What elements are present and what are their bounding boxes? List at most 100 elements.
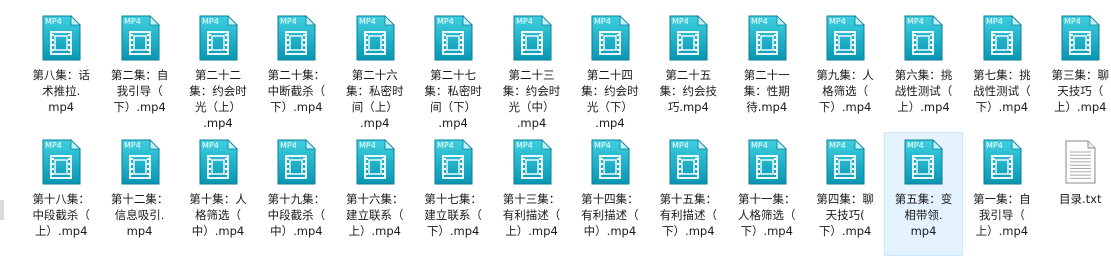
file-item[interactable]: MP4 第四集：聊 天技巧(下）.mp4 xyxy=(806,132,884,256)
file-name-line: 中段截杀（ xyxy=(32,208,90,222)
file-name-line: 第四集：聊 xyxy=(816,192,874,206)
file-item[interactable]: MP4 第二十五 集：约会技 巧.mp4 xyxy=(649,8,727,132)
mp4-badge-label: MP4 xyxy=(594,141,611,150)
file-name-line: 第十集：人 xyxy=(189,192,247,206)
file-name-line: 第十四集： xyxy=(581,192,639,206)
video-file-icon: MP4 xyxy=(276,139,317,185)
file-name-line: 格筛选（ xyxy=(822,84,869,98)
file-name: 第八集：话 术推拉. mp4 xyxy=(24,67,98,115)
file-item[interactable]: MP4 第二十集： 中断截杀（ 下）.mp4 xyxy=(257,8,335,132)
file-name-line: mp4 xyxy=(910,224,937,238)
file-item[interactable]: MP4 第十八集： 中段截杀（ 上）.mp4 xyxy=(22,132,100,256)
file-item[interactable]: MP4 第二十四 集：约会时 光（下） .mp4 xyxy=(571,8,649,132)
file-name-line: 第二十五 xyxy=(665,68,712,82)
file-item[interactable]: 目录.txt xyxy=(1041,132,1111,256)
video-file-icon: MP4 xyxy=(120,15,160,61)
file-name-line: 集：约会时 xyxy=(189,84,247,98)
mp4-badge-label: MP4 xyxy=(280,17,297,26)
file-item[interactable]: MP4 第十四集： 有利描述（ 中）.mp4 xyxy=(571,132,649,256)
video-file-icon: MP4 xyxy=(198,15,238,61)
file-name-line: 上）.mp4 xyxy=(1054,100,1107,114)
file-item[interactable]: MP4 第十五集： 有利描述（ 下）.mp4 xyxy=(649,132,727,256)
file-name: 第一集：自 我引导（ 上）.mp4 xyxy=(965,191,1039,239)
file-item[interactable]: MP4 第十七集： 建立联系（ 下）.mp4 xyxy=(414,132,492,256)
video-file-icon: MP4 xyxy=(512,139,552,185)
file-item[interactable]: MP4 第十二集： 信息吸引. mp4 xyxy=(100,132,178,256)
file-grid: MP4 第八集：话 术推拉. mp4 MP4 第二集：自 我引导（ 下）.mp4 MP4 第二十二… xyxy=(22,8,1111,256)
file-item[interactable]: MP4 第二十六 集：私密时 间（上） .mp4 xyxy=(336,8,414,132)
video-file-icon: MP4 xyxy=(982,139,1022,185)
file-name: 第十六集： 建立联系（ 上）.mp4 xyxy=(338,191,412,239)
mp4-badge-label: MP4 xyxy=(1064,17,1081,26)
file-name-line: 下）.mp4 xyxy=(662,224,715,238)
file-name-line: 第十七集： xyxy=(424,192,482,206)
file-name-line: 第二十三 xyxy=(508,68,555,82)
mp4-badge-label: MP4 xyxy=(986,17,1003,26)
file-item[interactable]: MP4 第二十二 集：约会时 光（上） .mp4 xyxy=(179,8,257,132)
file-name-line: 第七集：挑 xyxy=(973,68,1031,82)
file-name-line: 第一集：自 xyxy=(973,192,1031,206)
file-item[interactable]: MP4 第十六集： 建立联系（ 上）.mp4 xyxy=(336,132,414,256)
file-name-line: 第八集：话 xyxy=(32,68,90,82)
file-name-line: 战性测试（ xyxy=(894,84,953,98)
mp4-badge-label: MP4 xyxy=(907,17,924,26)
file-item[interactable]: MP4 第一集：自 我引导（ 上）.mp4 xyxy=(963,132,1041,256)
file-name-line: 战性测试（ xyxy=(973,84,1031,98)
file-item[interactable]: MP4 第二十三 集：约会时 光（中） .mp4 xyxy=(492,8,570,132)
file-name-line: 集：约会技 xyxy=(659,84,718,98)
file-name-line: .mp4 xyxy=(360,116,390,130)
video-file-icon: MP4 xyxy=(590,15,630,61)
mp4-badge-label: MP4 xyxy=(516,17,533,26)
file-item[interactable]: MP4 第七集：挑 战性测试（ 下）.mp4 xyxy=(963,8,1041,132)
mp4-badge-label: MP4 xyxy=(672,17,689,26)
file-name-line: 集：私密时 xyxy=(346,84,404,98)
file-name-line: 上）.mp4 xyxy=(34,224,88,238)
file-item[interactable]: MP4 第六集：挑 战性测试（ 上）.mp4 xyxy=(884,8,962,132)
file-item[interactable]: MP4 第九集：人 格筛选（ 下）.mp4 xyxy=(806,8,884,132)
file-item[interactable]: MP4 第三集：聊 天技巧（ 上）.mp4 xyxy=(1041,8,1111,132)
file-name: 第三集：聊 天技巧（ 上）.mp4 xyxy=(1043,67,1111,115)
file-name: 第二十集： 中断截杀（ 下）.mp4 xyxy=(259,67,333,115)
file-name-line: 信息吸引. xyxy=(114,208,165,222)
file-name-line: 第十八集： xyxy=(32,192,90,206)
video-file-icon: MP4 xyxy=(433,15,474,61)
video-file-icon: MP4 xyxy=(355,15,395,61)
file-item[interactable]: MP4 第十一集： 人格筛选（ 下）.mp4 xyxy=(728,132,806,256)
file-name: 第十八集： 中段截杀（ 上）.mp4 xyxy=(24,191,98,239)
file-name-line: 第二集：自 xyxy=(110,68,169,82)
file-name-line: 待.mp4 xyxy=(746,100,788,114)
video-file-icon: MP4 xyxy=(903,15,944,61)
file-name-line: mp4 xyxy=(126,224,153,238)
file-name-line: 术推拉. xyxy=(42,84,81,98)
mp4-badge-label: MP4 xyxy=(829,17,846,26)
file-name-line: 下）.mp4 xyxy=(818,224,872,238)
file-item[interactable]: MP4 第二十七 集：私密时 间（下） .mp4 xyxy=(414,8,492,132)
file-name: 第九集：人 格筛选（ 下）.mp4 xyxy=(808,67,882,115)
file-name-line: 集：约会时 xyxy=(502,84,561,98)
file-item[interactable]: MP4 第二集：自 我引导（ 下）.mp4 xyxy=(100,8,178,132)
file-name-line: 上）.mp4 xyxy=(975,224,1029,238)
file-name: 第十集：人 格筛选（ 中）.mp4 xyxy=(181,191,255,239)
scrollbar-edge[interactable] xyxy=(0,200,4,220)
mp4-badge-label: MP4 xyxy=(751,141,768,150)
file-name-line: 下）.mp4 xyxy=(426,224,480,238)
file-name-line: 第六集：挑 xyxy=(894,68,953,82)
file-item[interactable]: MP4 第十集：人 格筛选（ 中）.mp4 xyxy=(179,132,257,256)
file-item[interactable]: MP4 第十九集： 中段截杀（ 中）.mp4 xyxy=(257,132,335,256)
file-name-line: .mp4 xyxy=(203,116,233,130)
video-file-icon: MP4 xyxy=(433,139,474,185)
video-file-icon: MP4 xyxy=(276,15,317,61)
mp4-badge-label: MP4 xyxy=(829,141,846,150)
file-item[interactable]: MP4 第五集：变 相带领. mp4 xyxy=(884,132,963,256)
mp4-badge-label: MP4 xyxy=(280,141,297,150)
mp4-badge-label: MP4 xyxy=(124,141,141,150)
file-item[interactable]: MP4 第八集：话 术推拉. mp4 xyxy=(22,8,100,132)
file-name-line: .mp4 xyxy=(516,116,547,130)
video-file-icon: MP4 xyxy=(825,139,866,185)
file-item[interactable]: MP4 第二十一 集：性期 待.mp4 xyxy=(728,8,806,132)
file-name: 第二十七 集：私密时 间（下） .mp4 xyxy=(416,67,490,131)
file-name-line: 人格筛选（ xyxy=(737,208,796,222)
file-item[interactable]: MP4 第十三集： 有利描述（ 上）.mp4 xyxy=(492,132,570,256)
file-name-line: .mp4 xyxy=(595,116,625,130)
video-file-icon: MP4 xyxy=(825,15,866,61)
